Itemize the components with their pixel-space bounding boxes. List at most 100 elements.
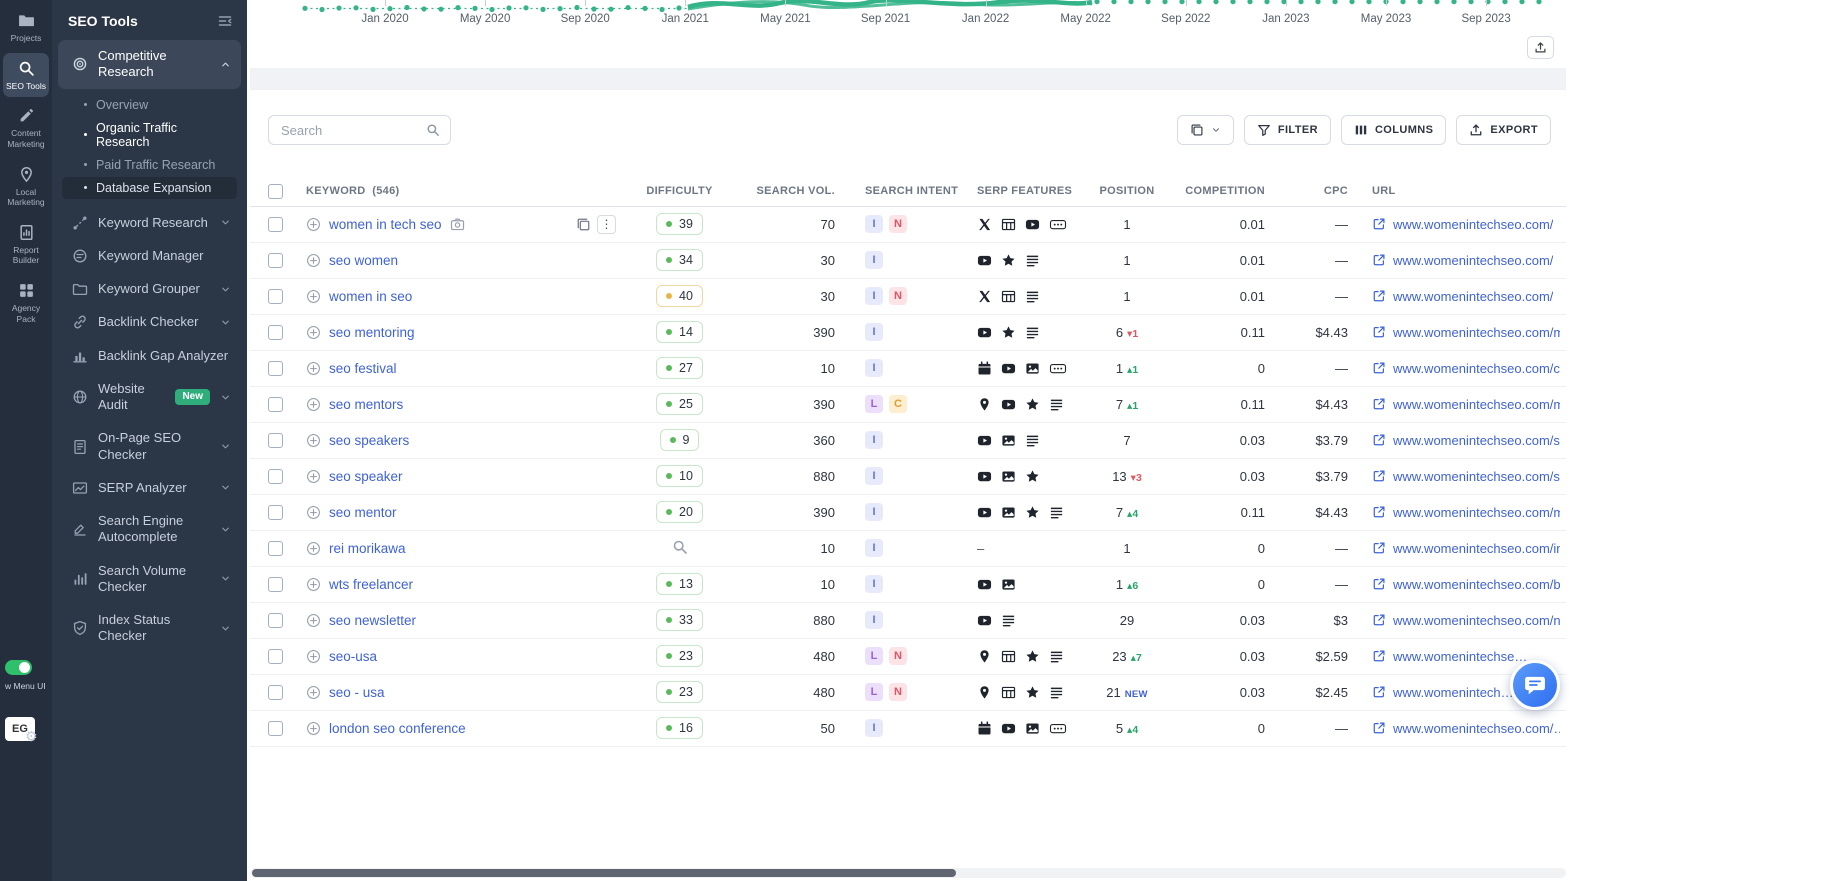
- result-url-link[interactable]: www.womenintechseo.com/…: [1372, 721, 1560, 736]
- keyword-link[interactable]: women in seo: [329, 289, 412, 304]
- chat-widget-button[interactable]: [1510, 660, 1560, 710]
- sidebar-subitem-overview[interactable]: Overview: [62, 94, 237, 116]
- keyword-link[interactable]: seo - usa: [329, 685, 385, 700]
- sidebar-subitem-database-expansion[interactable]: Database Expansion: [62, 176, 237, 199]
- result-url-link[interactable]: www.womenintechseo.com/m…: [1372, 325, 1560, 340]
- sidebar-item-competitive-research[interactable]: Competitive Research: [58, 40, 241, 89]
- keyword-link[interactable]: seo newsletter: [329, 613, 416, 628]
- sidebar-item-keyword-grouper[interactable]: Keyword Grouper: [58, 273, 241, 305]
- scroll-top-button[interactable]: [1527, 36, 1554, 59]
- add-keyword-icon[interactable]: [306, 361, 321, 376]
- filter-button[interactable]: FILTER: [1243, 115, 1331, 145]
- sidebar-item-backlink-gap-analyzer[interactable]: Backlink Gap Analyzer: [58, 340, 241, 372]
- row-checkbox[interactable]: [268, 613, 283, 629]
- result-url-link[interactable]: www.womenintechseo.com/c…: [1372, 361, 1560, 376]
- keyword-link[interactable]: seo women: [329, 253, 398, 268]
- row-checkbox[interactable]: [268, 505, 283, 521]
- result-url-link[interactable]: www.womenintechseo.com/sp…: [1372, 469, 1560, 484]
- settings-gear-icon[interactable]: ⚙: [25, 728, 38, 745]
- result-url-link[interactable]: www.womenintechseo.com/: [1372, 217, 1560, 232]
- row-checkbox[interactable]: [268, 721, 283, 737]
- add-keyword-icon[interactable]: [306, 721, 321, 736]
- row-checkbox[interactable]: [268, 325, 283, 341]
- column-header-keyword[interactable]: KEYWORD (546): [300, 177, 622, 207]
- add-keyword-icon[interactable]: [306, 433, 321, 448]
- keyword-link[interactable]: rei morikawa: [329, 541, 406, 556]
- add-keyword-icon[interactable]: [306, 541, 321, 556]
- sidebar-item-search-volume-checker[interactable]: Search Volume Checker: [58, 555, 241, 604]
- sidebar-item-serp-analyzer[interactable]: SERP Analyzer: [58, 472, 241, 504]
- row-checkbox[interactable]: [268, 433, 283, 449]
- sidebar-item-backlink-checker[interactable]: Backlink Checker: [58, 306, 241, 338]
- add-keyword-icon[interactable]: [306, 577, 321, 592]
- column-header-position[interactable]: POSITION: [1086, 177, 1168, 207]
- sidebar-item-keyword-research[interactable]: Keyword Research: [58, 207, 241, 239]
- sidebar-item-search-engine-autocomplete[interactable]: Search Engine Autocomplete: [58, 505, 241, 554]
- search-box[interactable]: [268, 115, 451, 145]
- sidebar-subitem-paid-traffic-research[interactable]: Paid Traffic Research: [62, 154, 237, 176]
- sidebar-item-on-page-seo-checker[interactable]: On-Page SEO Checker: [58, 422, 241, 471]
- export-button[interactable]: EXPORT: [1456, 115, 1551, 145]
- result-url-link[interactable]: www.womenintechseo.com/b…: [1372, 577, 1560, 592]
- sidebar-item-index-status-checker[interactable]: Index Status Checker: [58, 604, 241, 653]
- row-checkbox[interactable]: [268, 361, 283, 377]
- keyword-link[interactable]: seo festival: [329, 361, 397, 376]
- horizontal-scrollbar[interactable]: [250, 868, 1566, 878]
- search-input[interactable]: [279, 121, 418, 139]
- column-header-volume[interactable]: SEARCH VOL.: [737, 177, 851, 207]
- row-checkbox[interactable]: [268, 685, 283, 701]
- result-url-link[interactable]: www.womenintechseo.com/: [1372, 289, 1560, 304]
- keyword-link[interactable]: seo mentoring: [329, 325, 415, 340]
- result-url-link[interactable]: www.womenintechseo.com/m…: [1372, 505, 1560, 520]
- result-url-link[interactable]: www.womenintechseo.com/in…: [1372, 541, 1560, 556]
- column-header-url[interactable]: URL: [1358, 177, 1566, 207]
- sidebar-item-website-audit[interactable]: Website Audit New: [58, 373, 241, 422]
- new-menu-ui-toggle[interactable]: [5, 660, 32, 675]
- result-url-link[interactable]: www.womenintechseo.com/: [1372, 253, 1560, 268]
- keyword-link[interactable]: london seo conference: [329, 721, 466, 736]
- keyword-link[interactable]: women in tech seo: [329, 217, 442, 232]
- serp-snapshot-icon[interactable]: [450, 217, 465, 232]
- add-keyword-icon[interactable]: [306, 289, 321, 304]
- column-header-competition[interactable]: COMPETITION: [1168, 177, 1281, 207]
- horizontal-scrollbar-thumb[interactable]: [252, 869, 956, 877]
- rail-item-content-marketing[interactable]: Content Marketing: [3, 100, 49, 155]
- keyword-link[interactable]: wts freelancer: [329, 577, 413, 592]
- row-checkbox[interactable]: [268, 577, 283, 593]
- add-keyword-icon[interactable]: [306, 685, 321, 700]
- add-keyword-icon[interactable]: [306, 505, 321, 520]
- result-url-link[interactable]: www.womenintechseo.com/sp…: [1372, 433, 1560, 448]
- rail-item-local-marketing[interactable]: Local Marketing: [3, 159, 49, 214]
- row-checkbox[interactable]: [268, 469, 283, 485]
- rail-item-seo-tools[interactable]: SEO Tools: [3, 52, 49, 98]
- rail-item-projects[interactable]: Projects: [3, 5, 49, 50]
- sidebar-subitem-organic-traffic-research[interactable]: Organic Traffic Research: [62, 117, 237, 153]
- collapse-sidebar-icon[interactable]: [217, 13, 233, 29]
- add-keyword-icon[interactable]: [306, 649, 321, 664]
- add-keyword-icon[interactable]: [306, 217, 321, 232]
- result-url-link[interactable]: www.womenintechseo.com/m…: [1372, 397, 1560, 412]
- rail-item-report-builder[interactable]: Report Builder: [3, 217, 49, 272]
- result-url-link[interactable]: www.womenintechseo.com/n…: [1372, 613, 1560, 628]
- copy-keyword-icon[interactable]: [576, 217, 591, 232]
- column-header-serp[interactable]: SERP FEATURES: [971, 177, 1086, 207]
- keyword-link[interactable]: seo mentor: [329, 505, 397, 520]
- add-keyword-icon[interactable]: [306, 325, 321, 340]
- row-menu-button[interactable]: ⋮: [597, 214, 616, 234]
- row-checkbox[interactable]: [268, 217, 283, 233]
- detect-difficulty-icon[interactable]: [672, 539, 688, 555]
- column-header-cpc[interactable]: CPC: [1281, 177, 1358, 207]
- keyword-link[interactable]: seo speaker: [329, 469, 403, 484]
- keyword-link[interactable]: seo-usa: [329, 649, 377, 664]
- add-keyword-icon[interactable]: [306, 397, 321, 412]
- select-all-checkbox[interactable]: [268, 183, 283, 199]
- keyword-link[interactable]: seo speakers: [329, 433, 409, 448]
- row-checkbox[interactable]: [268, 289, 283, 305]
- add-keyword-icon[interactable]: [306, 253, 321, 268]
- add-keyword-icon[interactable]: [306, 613, 321, 628]
- keyword-link[interactable]: seo mentors: [329, 397, 403, 412]
- column-header-intent[interactable]: SEARCH INTENT: [851, 177, 971, 207]
- row-checkbox[interactable]: [268, 397, 283, 413]
- row-checkbox[interactable]: [268, 649, 283, 665]
- row-checkbox[interactable]: [268, 253, 283, 269]
